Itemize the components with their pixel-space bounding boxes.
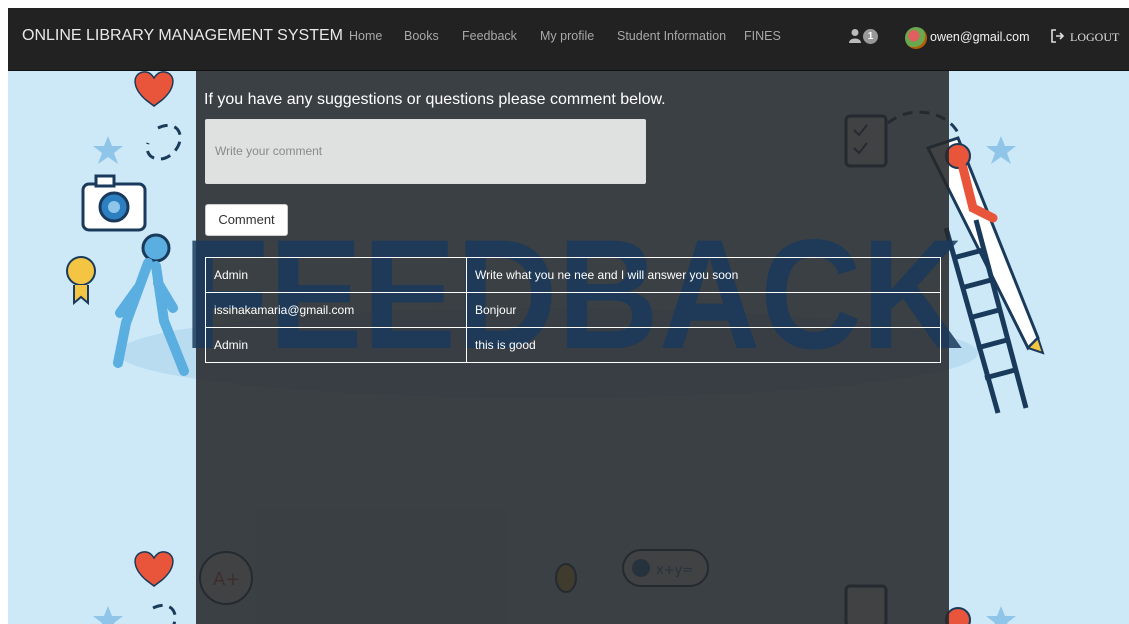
comment-input[interactable] bbox=[205, 119, 646, 184]
user-icon bbox=[849, 29, 861, 43]
heart-icon bbox=[134, 551, 174, 587]
nav-link-feedback[interactable]: Feedback bbox=[462, 29, 517, 43]
feedback-comment-cell: Write what you ne nee and I will answer … bbox=[466, 257, 941, 293]
notification-badge: 1 bbox=[863, 29, 878, 44]
feedback-table: Admin Write what you ne nee and I will a… bbox=[205, 257, 941, 363]
table-row: issihakamaria@gmail.com Bonjour bbox=[205, 292, 941, 328]
camera-icon bbox=[81, 174, 147, 232]
navbar: ONLINE LIBRARY MANAGEMENT SYSTEM Home Bo… bbox=[8, 8, 1129, 71]
feedback-user-cell: Admin bbox=[205, 257, 467, 293]
star-icon bbox=[986, 606, 1016, 624]
dashed-curve bbox=[145, 123, 182, 161]
logout-link[interactable]: LOGOUT bbox=[1070, 30, 1119, 45]
notification-button[interactable]: 1 bbox=[846, 26, 886, 46]
comment-button[interactable]: Comment bbox=[205, 204, 288, 236]
table-row: Admin Write what you ne nee and I will a… bbox=[205, 257, 941, 293]
dashed-curve bbox=[152, 603, 177, 624]
page: x+y= A+ FEEDBACK ONLINE LIBRARY MANAGEME… bbox=[8, 8, 1129, 624]
user-email[interactable]: owen@gmail.com bbox=[930, 30, 1030, 44]
feedback-user-cell: Admin bbox=[205, 327, 467, 363]
feedback-user-cell: issihakamaria@gmail.com bbox=[205, 292, 467, 328]
feedback-comment-cell: this is good bbox=[466, 327, 941, 363]
nav-link-student-information[interactable]: Student Information bbox=[617, 29, 726, 43]
logout-icon[interactable] bbox=[1051, 29, 1065, 43]
feedback-prompt: If you have any suggestions or questions… bbox=[204, 91, 666, 108]
nav-link-my-profile[interactable]: My profile bbox=[540, 29, 594, 43]
feedback-comment-cell: Bonjour bbox=[466, 292, 941, 328]
brand-title[interactable]: ONLINE LIBRARY MANAGEMENT SYSTEM bbox=[22, 27, 343, 45]
nav-link-books[interactable]: Books bbox=[404, 29, 439, 43]
nav-link-fines[interactable]: FINES bbox=[744, 29, 781, 43]
nav-link-home[interactable]: Home bbox=[349, 29, 382, 43]
heart-icon bbox=[134, 71, 174, 107]
star-icon bbox=[986, 136, 1016, 164]
avatar-image[interactable] bbox=[905, 27, 927, 49]
table-row: Admin this is good bbox=[205, 327, 941, 363]
badge-icon bbox=[66, 256, 96, 306]
star-icon bbox=[93, 136, 123, 164]
star-icon bbox=[93, 606, 123, 624]
